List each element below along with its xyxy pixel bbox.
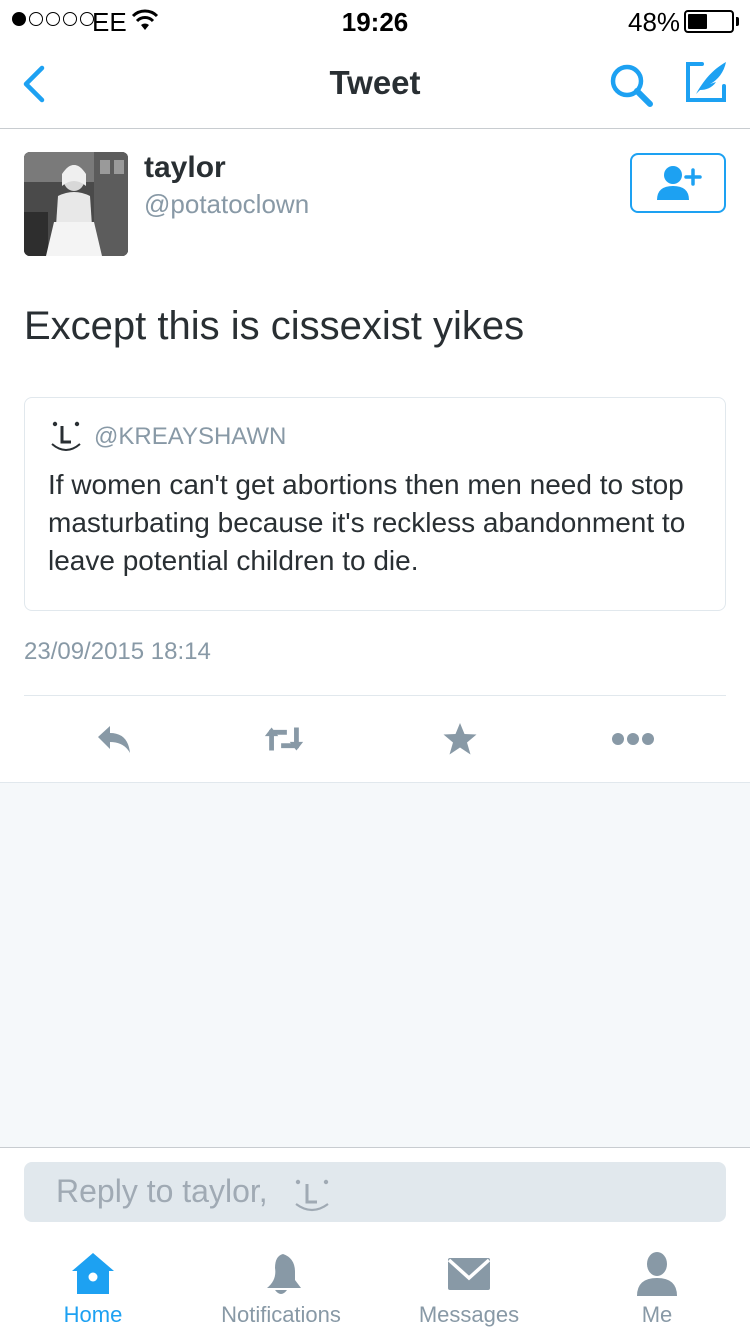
status-bar: EE 19:26 48% xyxy=(0,0,750,40)
tweet-timestamp: 23/09/2015 18:14 xyxy=(24,638,211,665)
reply-avatar-glyph xyxy=(295,1179,329,1212)
follow-button[interactable] xyxy=(630,153,726,213)
person-icon xyxy=(637,1252,677,1296)
battery-icon xyxy=(684,10,734,33)
author-name[interactable]: taylor xyxy=(144,151,226,185)
reply-area-divider xyxy=(0,1147,750,1148)
nav-divider xyxy=(0,128,750,129)
quoted-handle[interactable]: @KREAYSHAWN xyxy=(94,423,286,451)
battery-tip xyxy=(736,17,739,26)
battery-percentage: 48% xyxy=(628,7,681,37)
quoted-avatar xyxy=(51,421,81,451)
search-icon[interactable] xyxy=(606,60,656,110)
reply-placeholder[interactable]: Reply to taylor, xyxy=(56,1173,268,1210)
tab-home-label: Home xyxy=(63,1302,123,1327)
add-user-icon xyxy=(657,166,702,200)
compose-icon[interactable] xyxy=(682,58,730,106)
tab-notifications[interactable]: Notifications xyxy=(206,1248,356,1334)
tab-notifications-label: Notifications xyxy=(221,1302,341,1327)
tweet-text: Except this is cissexist yikes xyxy=(24,304,525,348)
tab-messages[interactable]: Messages xyxy=(394,1248,544,1334)
tab-me[interactable]: Me xyxy=(582,1248,732,1334)
avatar[interactable] xyxy=(24,152,128,256)
home-icon xyxy=(72,1253,114,1294)
retweet-button[interactable] xyxy=(262,719,306,759)
more-icon xyxy=(612,733,654,745)
author-handle[interactable]: @potatoclown xyxy=(144,189,309,220)
action-divider xyxy=(24,695,726,696)
replies-area xyxy=(0,783,750,1147)
tab-home[interactable]: Home xyxy=(18,1248,168,1334)
retweet-icon xyxy=(264,727,304,751)
quoted-text: If women can't get abortions then men ne… xyxy=(48,469,686,576)
star-icon xyxy=(443,723,477,755)
envelope-icon xyxy=(447,1258,491,1290)
tab-messages-label: Messages xyxy=(418,1302,520,1327)
favorite-button[interactable] xyxy=(438,719,482,759)
bell-icon xyxy=(267,1254,301,1294)
reply-button[interactable] xyxy=(92,719,136,759)
more-button[interactable] xyxy=(611,719,655,759)
reply-icon xyxy=(98,726,130,753)
tab-me-label: Me xyxy=(641,1302,673,1327)
